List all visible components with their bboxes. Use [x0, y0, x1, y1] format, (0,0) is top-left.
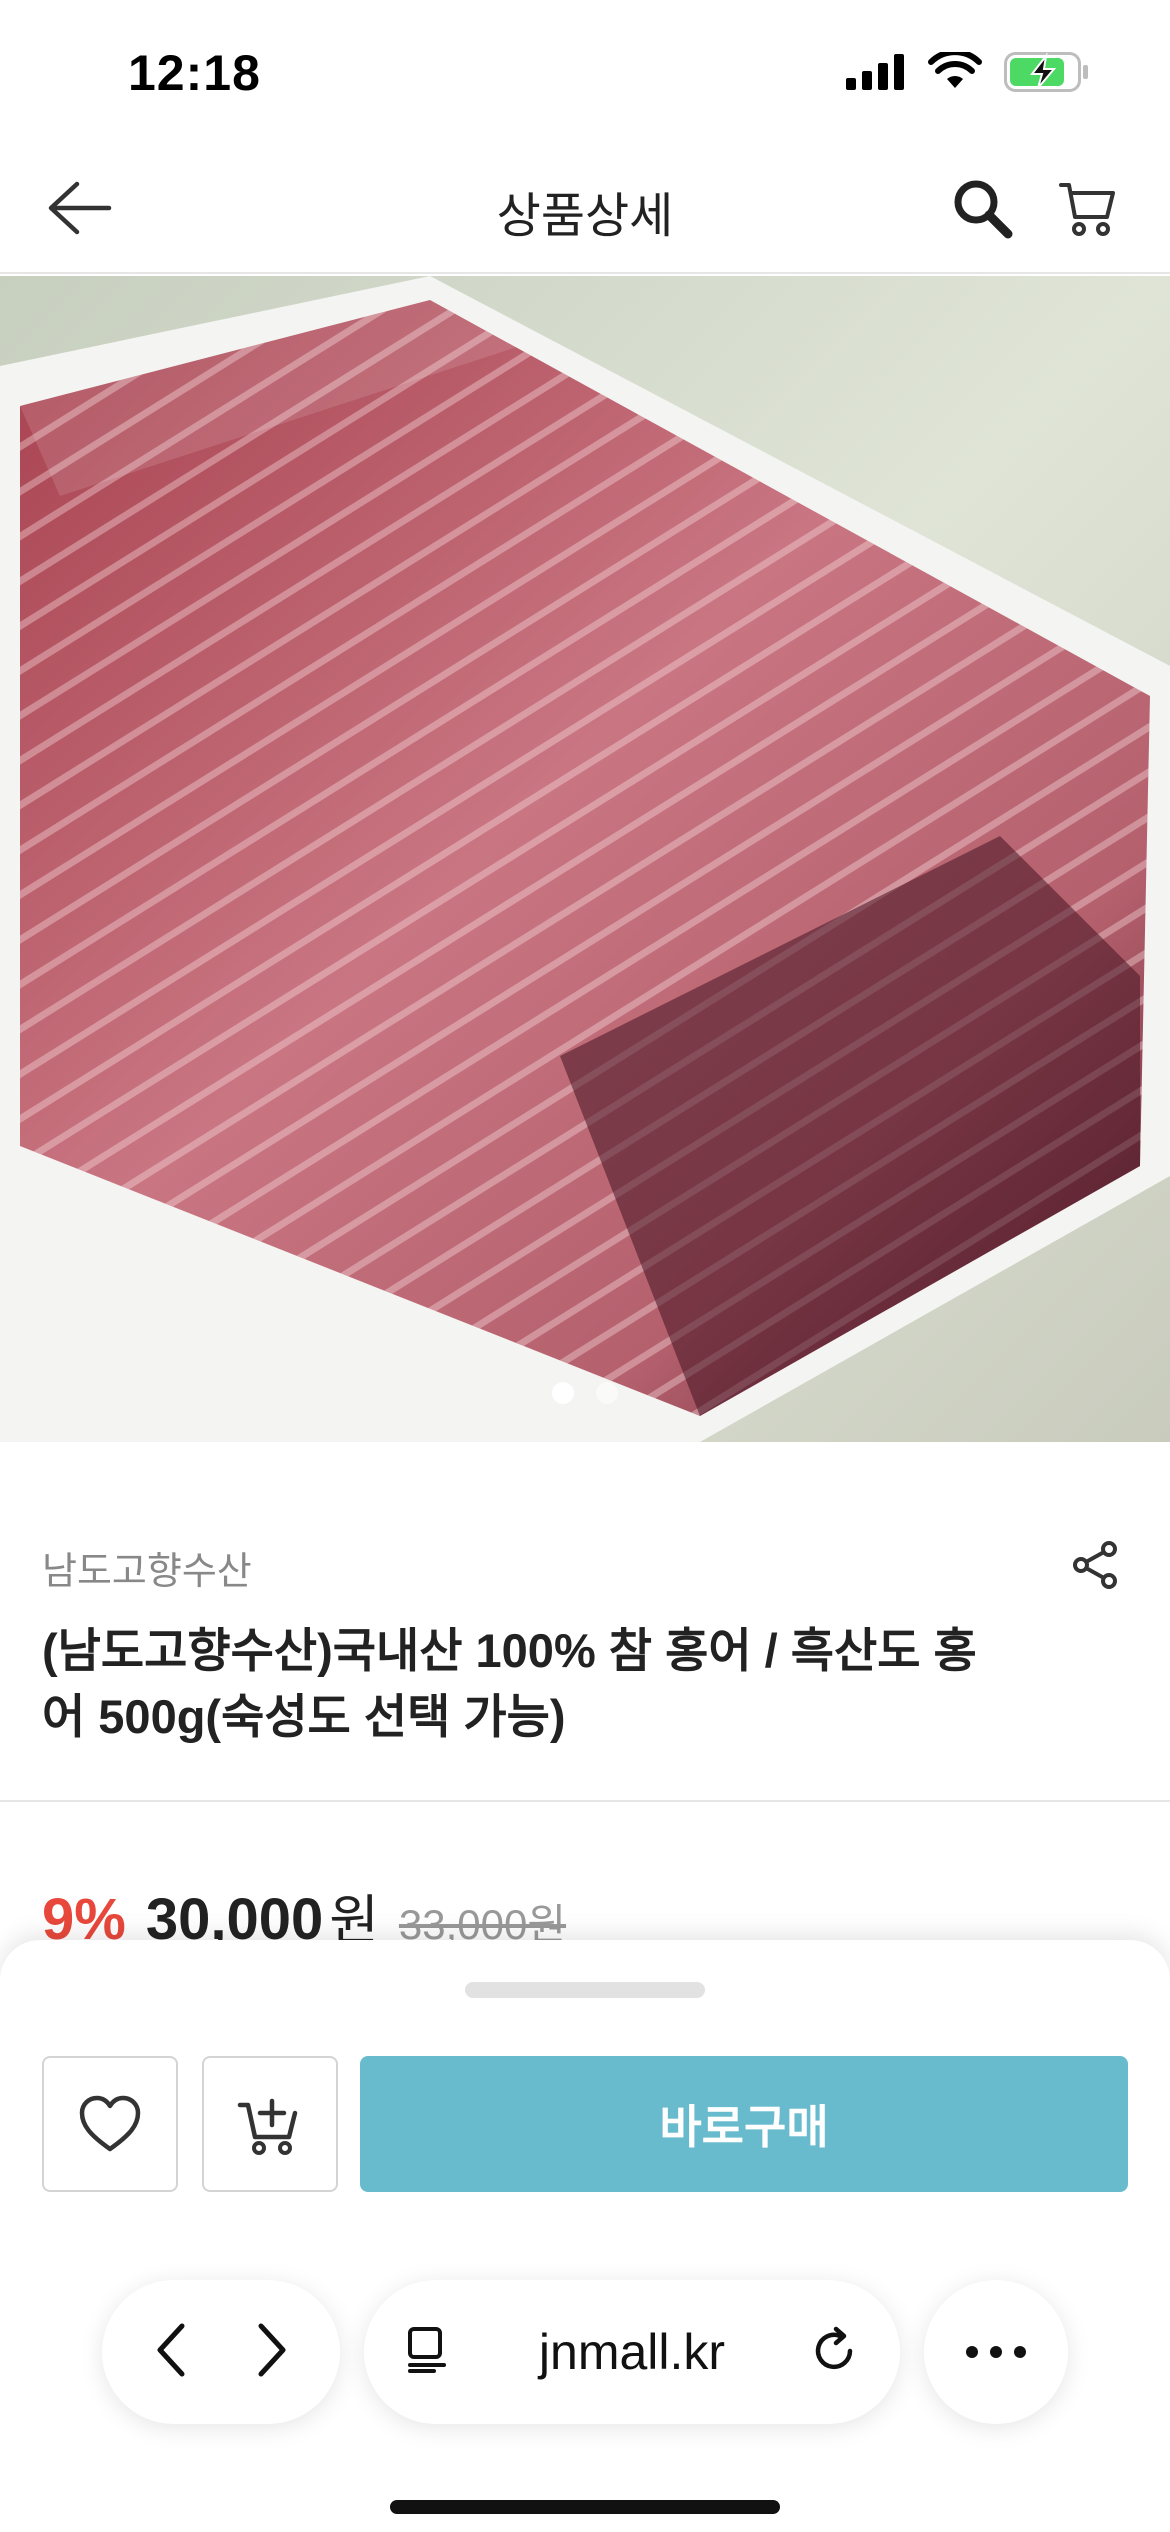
home-indicator: [390, 2500, 780, 2514]
more-icon: [966, 2346, 1026, 2358]
browser-back-button[interactable]: [152, 2320, 192, 2385]
chevron-right-icon: [258, 2323, 285, 2376]
sheet-handle[interactable]: [465, 1982, 705, 1998]
carousel-dots: [0, 1382, 1170, 1404]
browser-forward-button[interactable]: [251, 2320, 291, 2385]
chevron-left-icon: [157, 2323, 184, 2376]
tabs-button[interactable]: [404, 2325, 454, 2380]
share-icon: [1073, 1541, 1117, 1589]
carousel-dot[interactable]: [552, 1382, 574, 1404]
status-icons: [846, 49, 1090, 97]
address-bar[interactable]: jnmall.kr: [364, 2280, 900, 2424]
status-bar: 12:18: [0, 0, 1170, 140]
search-button[interactable]: [944, 170, 1020, 246]
wifi-icon: [928, 49, 982, 97]
reload-icon: [815, 2326, 853, 2369]
buy-now-button[interactable]: 바로구매: [360, 2056, 1128, 2192]
tabs-icon: [408, 2326, 446, 2373]
product-title: (남도고향수산)국내산 100% 참 홍어 / 흑산도 홍어 500g(숙성도 …: [42, 1624, 977, 1743]
seller-name[interactable]: 남도고향수산: [42, 1540, 252, 1595]
share-button[interactable]: [1060, 1530, 1130, 1600]
more-button[interactable]: [924, 2280, 1068, 2424]
cart-add-icon: [237, 2098, 298, 2155]
browser-nav-pill: [102, 2280, 340, 2424]
reload-button[interactable]: [810, 2325, 860, 2380]
product-image[interactable]: [0, 276, 1170, 1442]
url-text[interactable]: jnmall.kr: [539, 2323, 725, 2381]
cart-button[interactable]: [1050, 170, 1126, 246]
signal-icon: [846, 54, 906, 95]
status-time: 12:18: [128, 45, 261, 101]
wishlist-button[interactable]: [42, 2056, 178, 2192]
product-detail-page: 12:18 상품상세 남도고향수산 (남도고향수산)국내산 100% 참 홍어 …: [0, 0, 1170, 2532]
carousel-dot[interactable]: [596, 1382, 618, 1404]
battery-charging-icon: [1004, 52, 1090, 97]
cart-icon: [1059, 183, 1115, 236]
purchase-sheet: 바로구매: [0, 1940, 1170, 2532]
add-to-cart-button[interactable]: [202, 2056, 338, 2192]
search-icon: [954, 180, 1013, 239]
browser-toolbar: jnmall.kr: [0, 2280, 1170, 2430]
heart-icon: [79, 2095, 141, 2152]
divider: [0, 1800, 1170, 1802]
top-header: 상품상세: [0, 140, 1170, 274]
product-photo: [0, 276, 1170, 1442]
